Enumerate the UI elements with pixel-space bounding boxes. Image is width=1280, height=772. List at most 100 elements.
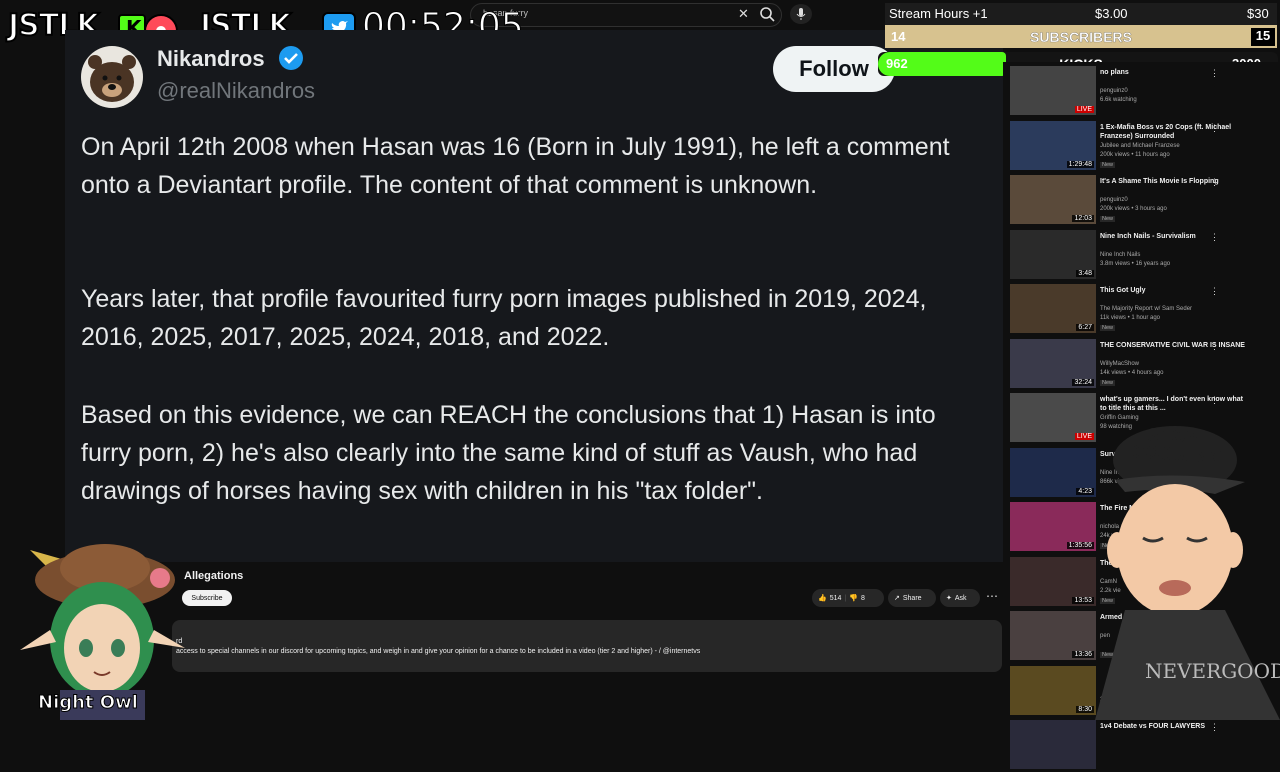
- live-badge: LIVE: [1074, 106, 1094, 113]
- sparkle-icon: ✦: [946, 595, 952, 602]
- like-dislike-group[interactable]: 👍 514 | 👎 8: [812, 589, 884, 607]
- new-badge: New: [1100, 216, 1116, 222]
- video-thumbnail[interactable]: 6:27: [1010, 284, 1096, 333]
- video-thumbnail[interactable]: 8:30: [1010, 665, 1096, 715]
- video-title[interactable]: 1 Ex-Mafia Boss vs 20 Cops (ft. Michael …: [1100, 123, 1248, 141]
- more-options-icon[interactable]: ⋮: [1210, 232, 1219, 243]
- video-duration: 13:36: [1072, 651, 1094, 658]
- svg-text:NEVERGOOD: NEVERGOOD: [1145, 659, 1280, 683]
- mic-icon: [796, 8, 806, 20]
- video-meta: 200k views • 11 hours ago: [1100, 151, 1170, 158]
- more-options-icon[interactable]: ⋮: [1210, 286, 1219, 297]
- channel-name[interactable]: Jubilee and Michael Franzese: [1100, 143, 1180, 149]
- video-title[interactable]: what's up gamers... I don't even know wh…: [1100, 395, 1248, 413]
- video-duration: 1:35:56: [1066, 542, 1094, 549]
- sidebar-video-item[interactable]: 12:03 It's A Shame This Movie Is Flopping…: [1010, 175, 1270, 227]
- description-text: access to special channels in our discor…: [176, 648, 701, 655]
- video-meta: 3.8m views • 16 years ago: [1100, 260, 1171, 267]
- video-thumbnail[interactable]: [1010, 720, 1096, 769]
- video-thumbnail[interactable]: 13:36: [1010, 611, 1096, 660]
- sidebar-video-item[interactable]: 32:24 THE CONSERVATIVE CIVIL WAR IS INSAN…: [1010, 338, 1270, 391]
- video-duration: 8:30: [1076, 705, 1094, 713]
- video-duration: 4:23: [1076, 487, 1094, 495]
- more-options-icon[interactable]: ⋮: [1210, 177, 1219, 188]
- more-actions-icon[interactable]: ⋯: [986, 589, 998, 603]
- stream-hours-label: Stream Hours +1: [889, 6, 988, 21]
- voice-search-button[interactable]: [790, 4, 812, 24]
- video-thumbnail[interactable]: 12:03: [1010, 175, 1096, 224]
- video-duration: 1:29:48: [1066, 160, 1094, 168]
- video-duration: 6:27: [1076, 324, 1094, 331]
- thumbs-down-icon[interactable]: 👎: [849, 594, 858, 602]
- sidebar-video-item[interactable]: 3:48 Nine Inch Nails - Survivalism Nine In…: [1010, 229, 1270, 282]
- video-title[interactable]: Nine Inch Nails - Survivalism: [1100, 232, 1248, 241]
- search-icon: [760, 7, 775, 22]
- new-badge: New: [1100, 325, 1116, 331]
- video-thumbnail[interactable]: LIVE: [1010, 66, 1096, 115]
- video-meta: 11k views • 1 hour ago: [1100, 315, 1161, 321]
- dislike-count: 8: [860, 594, 865, 602]
- avatar: [81, 46, 143, 108]
- video-thumbnail[interactable]: 1:29:48: [1010, 120, 1096, 170]
- video-duration: 3:48: [1076, 269, 1094, 277]
- channel-name[interactable]: Nine Inch Nails: [1100, 252, 1140, 258]
- subscribers-goal: 15: [1251, 28, 1275, 46]
- video-thumbnail[interactable]: 4:23: [1010, 447, 1096, 497]
- new-badge: New: [1100, 379, 1116, 386]
- video-meta: 14k views • 4 hours ago: [1100, 369, 1164, 376]
- ask-label: Ask: [954, 594, 967, 602]
- video-meta: 6.6k watching: [1100, 97, 1137, 103]
- channel-name[interactable]: WillyMacShow: [1100, 361, 1139, 367]
- search-button[interactable]: [756, 4, 778, 24]
- stream-hours-bar: Stream Hours +1 $3.00 $30: [885, 3, 1277, 27]
- more-options-icon[interactable]: ⋮: [1210, 722, 1219, 733]
- more-options-icon[interactable]: ⋮: [1210, 395, 1219, 406]
- stream-hours-amount: $3.00: [1095, 6, 1128, 21]
- channel-name[interactable]: The Majority Report w/ Sam Seder: [1100, 306, 1192, 312]
- channel-name[interactable]: penguinz0: [1100, 197, 1128, 203]
- video-duration: 13:53: [1072, 596, 1094, 604]
- video-thumbnail[interactable]: 3:48: [1010, 229, 1096, 279]
- video-description[interactable]: rd access to special channels in our dis…: [172, 620, 1002, 672]
- video-thumbnail[interactable]: 32:24: [1010, 338, 1096, 388]
- video-meta: 200k views • 3 hours ago: [1100, 206, 1167, 212]
- video-title[interactable]: It's A Shame This Movie Is Flopping: [1100, 177, 1248, 186]
- tweet-author-name: Nikandros: [157, 46, 265, 71]
- subscribers-goal-bar: 14 SUBSCRIBERS 15: [885, 26, 1277, 48]
- thumbs-up-icon[interactable]: 👍: [818, 594, 827, 602]
- video-duration: 12:03: [1072, 215, 1094, 222]
- channel-name[interactable]: penguinz0: [1100, 88, 1128, 94]
- video-thumbnail[interactable]: 1:35:56: [1010, 502, 1096, 551]
- like-count: 514: [829, 594, 842, 602]
- tweet-paragraph-1: On April 12th 2008 when Hasan was 16 (Bo…: [81, 133, 950, 199]
- night-owl-name: Night Owl: [38, 692, 139, 714]
- video-duration: 32:24: [1072, 378, 1094, 386]
- share-button[interactable]: ↗ Share: [888, 589, 936, 607]
- stream-hours-goal: $30: [1247, 6, 1269, 21]
- more-options-icon[interactable]: ⋮: [1210, 68, 1219, 79]
- more-options-icon[interactable]: ⋮: [1210, 341, 1219, 352]
- video-title[interactable]: This Got Ugly: [1100, 286, 1248, 295]
- share-label: Share: [902, 594, 922, 602]
- share-icon: ↗: [894, 595, 900, 602]
- follow-button[interactable]: Follow: [773, 46, 895, 92]
- ask-button[interactable]: ✦ Ask: [940, 589, 980, 607]
- tweet-paragraph-3: Based on this evidence, we can REACH the…: [81, 401, 936, 505]
- sidebar-video-item[interactable]: 1v4 Debate vs FOUR LAWYERS ⋮: [1010, 720, 1270, 772]
- tweet-author-handle: @realNikandros: [157, 78, 316, 103]
- video-title[interactable]: 1v4 Debate vs FOUR LAWYERS: [1100, 722, 1248, 731]
- more-options-icon[interactable]: ⋮: [1210, 123, 1219, 134]
- video-title[interactable]: no plans: [1100, 68, 1248, 77]
- clear-search-icon[interactable]: ✕: [738, 6, 749, 22]
- sidebar-video-item[interactable]: LIVE no plans penguinz0 6.6k watching ⋮: [1010, 66, 1270, 118]
- video-thumbnail[interactable]: 13:53: [1010, 556, 1096, 606]
- tweet-paragraph-2: Years later, that profile favourited fur…: [81, 285, 927, 351]
- new-badge: New: [1100, 161, 1116, 168]
- subscribers-label: SUBSCRIBERS: [1030, 29, 1132, 45]
- video-title[interactable]: THE CONSERVATIVE CIVIL WAR IS INSANE: [1100, 341, 1248, 350]
- sidebar-video-item[interactable]: 1:29:48 1 Ex-Mafia Boss vs 20 Cops (ft. M…: [1010, 120, 1270, 173]
- live-badge: LIVE: [1074, 433, 1094, 440]
- sidebar-video-item[interactable]: 6:27 This Got Ugly The Majority Report w/ …: [1010, 284, 1270, 336]
- tweet-card: Nikandros @realNikandros Follow On April…: [65, 30, 1003, 562]
- video-thumbnail[interactable]: LIVE: [1010, 393, 1096, 442]
